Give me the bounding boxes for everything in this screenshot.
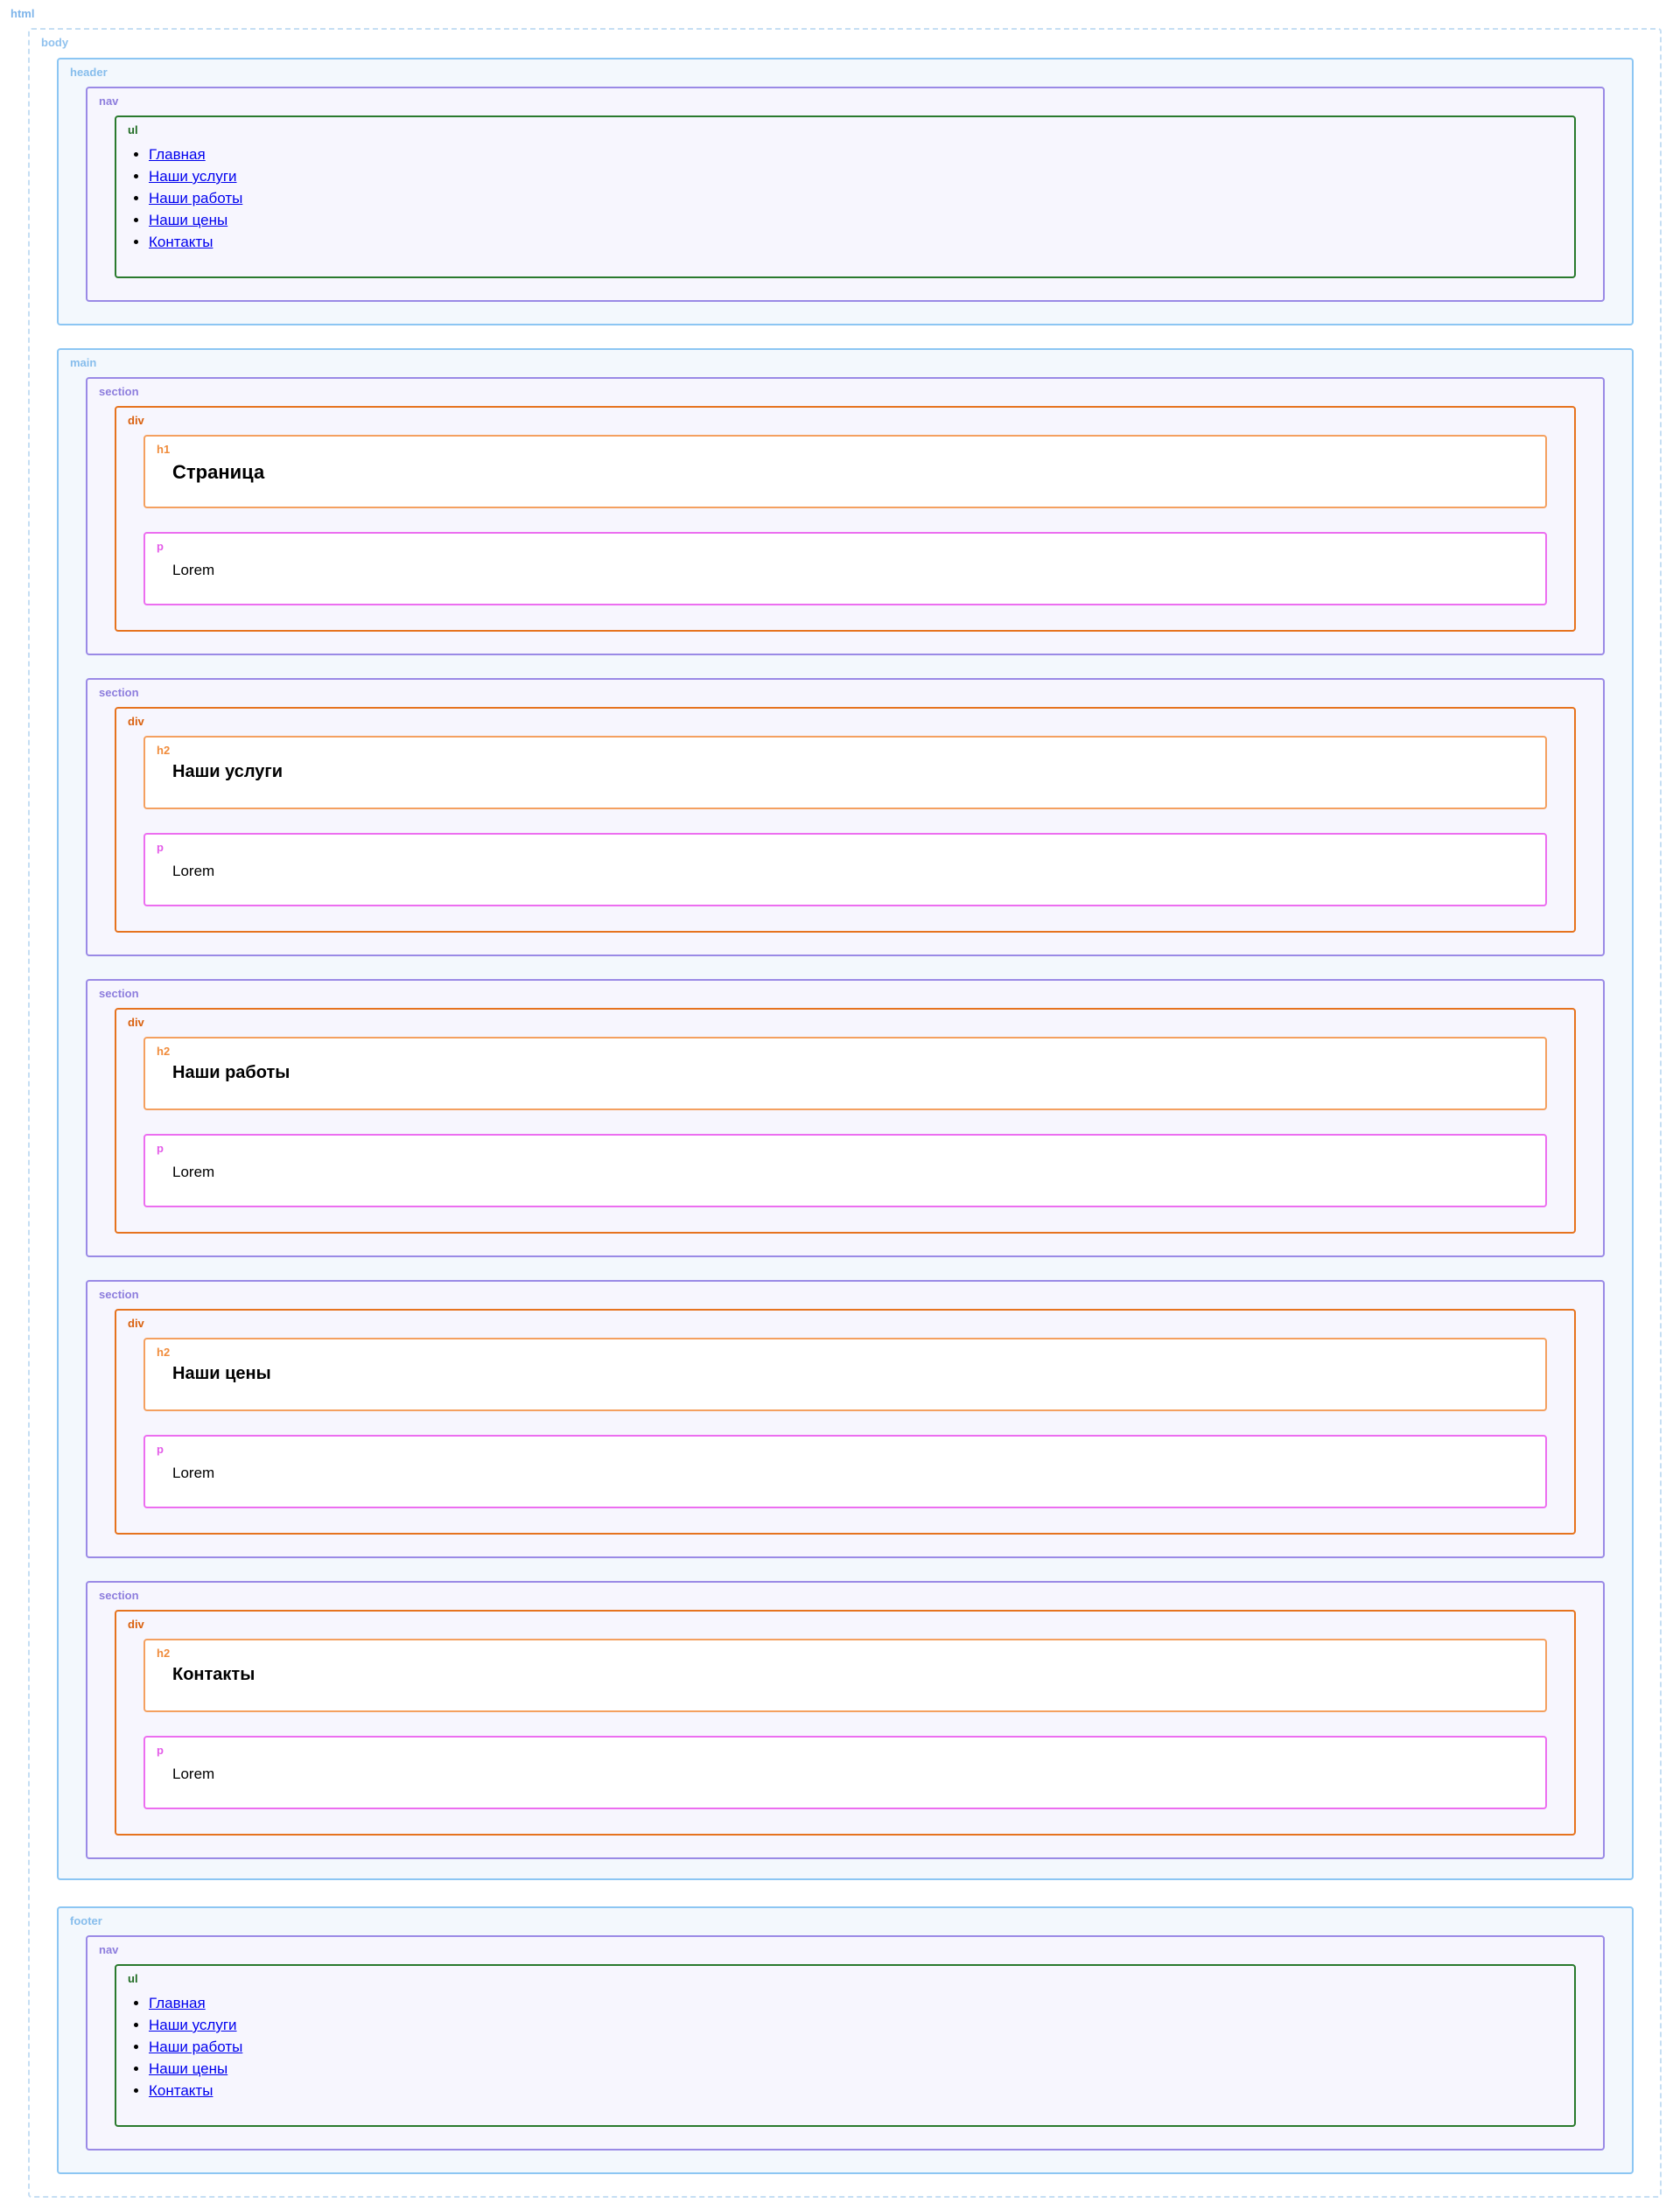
section-box: section div h2 Наши работы p Lorem [86,979,1605,1257]
html-tag-label: html [10,7,35,20]
heading-box: h1 Страница [144,435,1547,508]
paragraph-box: p Lorem [144,833,1547,906]
header-menu-item: Главная [149,143,242,165]
footer-link-contacts[interactable]: Контакты [149,2082,213,2099]
footer-menu-item: Наши цены [149,2058,242,2080]
section-box: section div h1 Страница p Lorem [86,377,1605,655]
header-link-services[interactable]: Наши услуги [149,168,237,185]
h2-tag-label: h2 [157,1045,171,1058]
section-heading-works: Наши работы [172,1063,290,1082]
footer-menu-item: Контакты [149,2080,242,2102]
ul-tag-label: ul [128,1972,138,1985]
header-link-prices[interactable]: Наши цены [149,212,228,228]
main-tag-label: main [70,356,97,369]
footer-menu-item: Главная [149,1992,242,2014]
paragraph-box: p Lorem [144,1736,1547,1809]
body-tag-label: body [41,36,69,49]
header-menu-item: Наши работы [149,187,242,209]
paragraph-text: Lorem [172,1766,215,1782]
header-tag-label: header [70,66,108,79]
header-box: header nav ul Главная Наши услуги Наши р… [57,58,1634,325]
div-box: div h2 Наши цены p Lorem [115,1309,1576,1535]
h2-tag-label: h2 [157,1346,171,1359]
div-box: div h2 Контакты p Lorem [115,1610,1576,1836]
footer-link-works[interactable]: Наши работы [149,2039,242,2055]
paragraph-box: p Lorem [144,1435,1547,1508]
section-heading-services: Наши услуги [172,762,284,781]
heading-box: h2 Наши работы [144,1037,1547,1110]
p-tag-label: p [157,540,164,553]
p-tag-label: p [157,1142,164,1155]
footer-menu-item: Наши услуги [149,2014,242,2036]
div-box: div h2 Наши работы p Lorem [115,1008,1576,1234]
paragraph-text: Lorem [172,562,215,578]
div-box: div h1 Страница p Lorem [115,406,1576,632]
footer-menu-list: Главная Наши услуги Наши работы Наши цен… [134,1992,242,2102]
div-tag-label: div [128,1618,144,1631]
p-tag-label: p [157,1443,164,1456]
ul-tag-label: ul [128,123,138,136]
section-box: section div h2 Наши услуги p Lorem [86,678,1605,956]
section-tag-label: section [99,1288,139,1301]
div-tag-label: div [128,1317,144,1330]
header-link-home[interactable]: Главная [149,146,206,163]
footer-link-services[interactable]: Наши услуги [149,2017,237,2033]
p-tag-label: p [157,1744,164,1757]
section-box: section div h2 Контакты p Lorem [86,1581,1605,1859]
h2-tag-label: h2 [157,1647,171,1660]
section-tag-label: section [99,1589,139,1602]
div-tag-label: div [128,1016,144,1029]
main-box: main section div h1 Страница p Lorem sec… [57,348,1634,1880]
heading-box: h2 Контакты [144,1639,1547,1712]
section-box: section div h2 Наши цены p Lorem [86,1280,1605,1558]
section-tag-label: section [99,686,139,699]
nav-tag-label: nav [99,94,119,108]
paragraph-text: Lorem [172,1164,215,1180]
section-heading-contacts: Контакты [172,1665,256,1684]
section-tag-label: section [99,987,139,1000]
paragraph-box: p Lorem [144,1134,1547,1207]
footer-ul-box: ul Главная Наши услуги Наши работы Наши … [115,1964,1576,2127]
heading-box: h2 Наши услуги [144,736,1547,809]
section-heading-prices: Наши цены [172,1364,271,1383]
div-tag-label: div [128,715,144,728]
header-menu-item: Наши цены [149,209,242,231]
footer-nav-box: nav ul Главная Наши услуги Наши работы Н… [86,1935,1605,2151]
footer-menu-item: Наши работы [149,2036,242,2058]
paragraph-text: Lorem [172,863,215,879]
p-tag-label: p [157,841,164,854]
page-title: Страница [172,461,265,483]
header-menu-item: Контакты [149,231,242,253]
header-link-contacts[interactable]: Контакты [149,234,213,250]
nav-tag-label: nav [99,1943,119,1956]
header-link-works[interactable]: Наши работы [149,190,242,206]
footer-link-prices[interactable]: Наши цены [149,2060,228,2077]
h2-tag-label: h2 [157,744,171,757]
footer-tag-label: footer [70,1914,102,1927]
header-menu-item: Наши услуги [149,165,242,187]
div-box: div h2 Наши услуги p Lorem [115,707,1576,933]
section-tag-label: section [99,385,139,398]
header-menu-list: Главная Наши услуги Наши работы Наши цен… [134,143,242,253]
div-tag-label: div [128,414,144,427]
paragraph-text: Lorem [172,1465,215,1481]
footer-box: footer nav ul Главная Наши услуги Наши р… [57,1906,1634,2174]
header-nav-box: nav ul Главная Наши услуги Наши работы Н… [86,87,1605,302]
heading-box: h2 Наши цены [144,1338,1547,1411]
paragraph-box: p Lorem [144,532,1547,605]
footer-link-home[interactable]: Главная [149,1995,206,2011]
header-ul-box: ul Главная Наши услуги Наши работы Наши … [115,115,1576,278]
h1-tag-label: h1 [157,443,171,456]
